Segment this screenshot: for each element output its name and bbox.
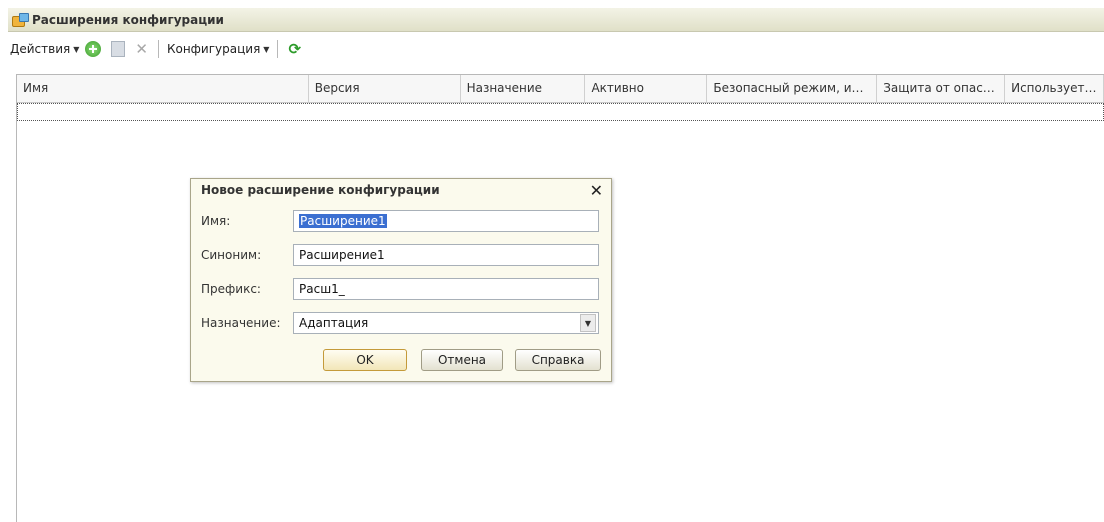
column-header-used-in[interactable]: Используется в <box>1005 75 1104 102</box>
synonym-label: Синоним: <box>201 248 262 262</box>
dropdown-arrow-icon: ▼ <box>73 44 80 54</box>
name-input-value: Расширение1 <box>299 214 387 228</box>
column-header-name[interactable]: Имя <box>17 75 309 102</box>
extensions-icon <box>12 12 29 27</box>
column-header-active[interactable]: Активно <box>585 75 708 102</box>
actions-menu-button[interactable]: Действия ▼ <box>8 38 81 60</box>
toolbar: Действия ▼ ✕ Конфигурация ▼ ⟳ <box>8 36 1104 62</box>
column-header-version[interactable]: Версия <box>309 75 461 102</box>
actions-menu-label: Действия <box>10 42 71 56</box>
prefix-input[interactable]: Расш1_ <box>293 278 599 300</box>
dropdown-arrow-icon: ▼ <box>263 44 270 54</box>
synonym-input[interactable]: Расширение1 <box>293 244 599 266</box>
prefix-field-row: Префикс: Расш1_ <box>201 278 599 300</box>
dialog-titlebar: Новое расширение конфигурации ✕ <box>191 179 611 201</box>
chevron-down-icon[interactable]: ▼ <box>580 314 596 332</box>
document-icon[interactable] <box>111 41 126 57</box>
toolbar-separator <box>157 40 159 58</box>
synonym-input-value: Расширение1 <box>299 248 385 262</box>
window-title: Расширения конфигурации <box>32 12 224 27</box>
ok-button[interactable]: OK <box>323 349 407 371</box>
prefix-label: Префикс: <box>201 282 261 296</box>
name-input[interactable]: Расширение1 <box>293 210 599 232</box>
purpose-label: Назначение: <box>201 316 281 330</box>
dialog-title: Новое расширение конфигурации <box>201 183 440 197</box>
add-icon[interactable] <box>85 41 102 57</box>
toolbar-separator <box>277 40 279 58</box>
help-button[interactable]: Справка <box>515 349 601 371</box>
dialog-buttons: OK Отмена Справка <box>323 349 601 371</box>
configuration-menu-label: Конфигурация <box>166 42 261 56</box>
delete-icon[interactable]: ✕ <box>135 41 148 57</box>
column-header-purpose[interactable]: Назначение <box>461 75 586 102</box>
name-label: Имя: <box>201 214 231 228</box>
table-header: Имя Версия Назначение Активно Безопасный… <box>17 75 1104 103</box>
name-field-row: Имя: Расширение1 <box>201 210 599 232</box>
window-titlebar: Расширения конфигурации <box>8 8 1104 32</box>
new-extension-dialog: Новое расширение конфигурации ✕ Имя: Рас… <box>190 178 612 382</box>
column-header-danger-protection[interactable]: Защита от опасн... <box>877 75 1006 102</box>
cancel-button[interactable]: Отмена <box>421 349 503 371</box>
purpose-select[interactable]: Адаптация ▼ <box>293 312 599 334</box>
column-header-safe-mode[interactable]: Безопасный режим, им... <box>707 75 878 102</box>
prefix-input-value: Расш1_ <box>299 282 345 296</box>
table-row-empty[interactable] <box>17 103 1104 121</box>
purpose-field-row: Назначение: Адаптация ▼ <box>201 312 599 334</box>
synonym-field-row: Синоним: Расширение1 <box>201 244 599 266</box>
close-icon[interactable]: ✕ <box>590 181 603 200</box>
configuration-menu-button[interactable]: Конфигурация ▼ <box>165 38 271 60</box>
purpose-select-value: Адаптация <box>299 316 369 330</box>
refresh-icon[interactable]: ⟳ <box>288 41 301 57</box>
